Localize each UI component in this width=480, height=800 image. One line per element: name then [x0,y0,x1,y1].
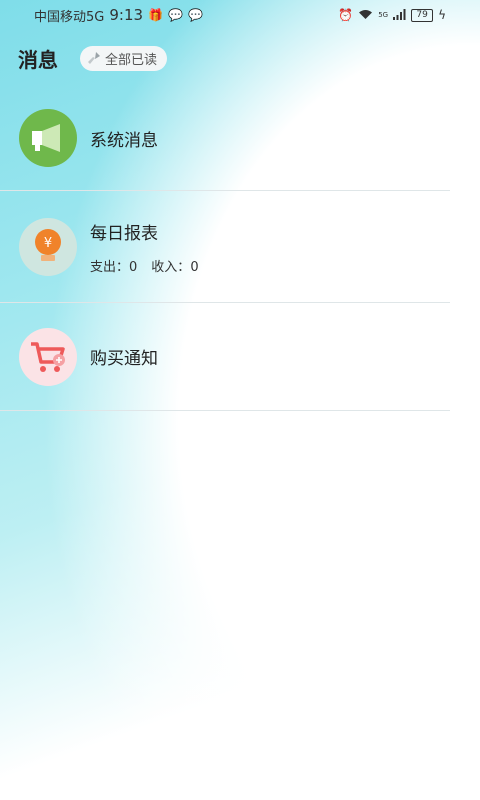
signal-icon [393,8,406,22]
megaphone-icon [19,109,77,167]
cart-icon [19,327,77,386]
network-badge: 5G [378,11,389,19]
message-title: 系统消息 [90,130,158,151]
expense-label: 支出： [90,259,130,275]
message-row-purchase[interactable]: 购买通知 [0,303,450,411]
charging-icon: ϟ [438,8,446,22]
expense-summary: 支出：0 [90,256,137,275]
header: 消息 全部已读 [18,44,168,72]
carrier-label: 中国移动5G [34,9,105,25]
wifi-icon [358,9,373,22]
yuan-lightbulb-icon: ¥ [19,217,77,276]
battery-indicator: 79 [411,8,434,22]
message-row-daily-report[interactable]: ¥ 每日报表 支出：0 收入：0 [0,191,450,303]
broom-icon [88,52,100,64]
message-row-system[interactable]: 系统消息 [0,86,450,191]
mark-all-read-label: 全部已读 [105,52,158,68]
page-title: 消息 [18,47,58,72]
expense-value: 0 [129,259,138,275]
message-title: 购买通知 [90,349,158,369]
wechat-icon: 💬 [168,8,183,22]
gift-icon: 🎁 [148,8,163,22]
wechat-icon-2: 💬 [187,8,203,22]
income-value: 0 [190,259,199,275]
status-bar: 中国移动5G 9:13 🎁 💬 💬 ⏰ 5G 79 ϟ [0,0,480,30]
report-summary: 支出：0 收入：0 [90,256,199,275]
mark-all-read-button[interactable]: 全部已读 [80,45,168,71]
message-title: 每日报表 [90,223,158,244]
alarm-icon: ⏰ [338,8,354,22]
svg-text:¥: ¥ [44,236,52,251]
income-label: 收入： [151,259,191,275]
income-summary: 收入：0 [151,256,198,275]
clock: 9:13 [109,6,144,24]
